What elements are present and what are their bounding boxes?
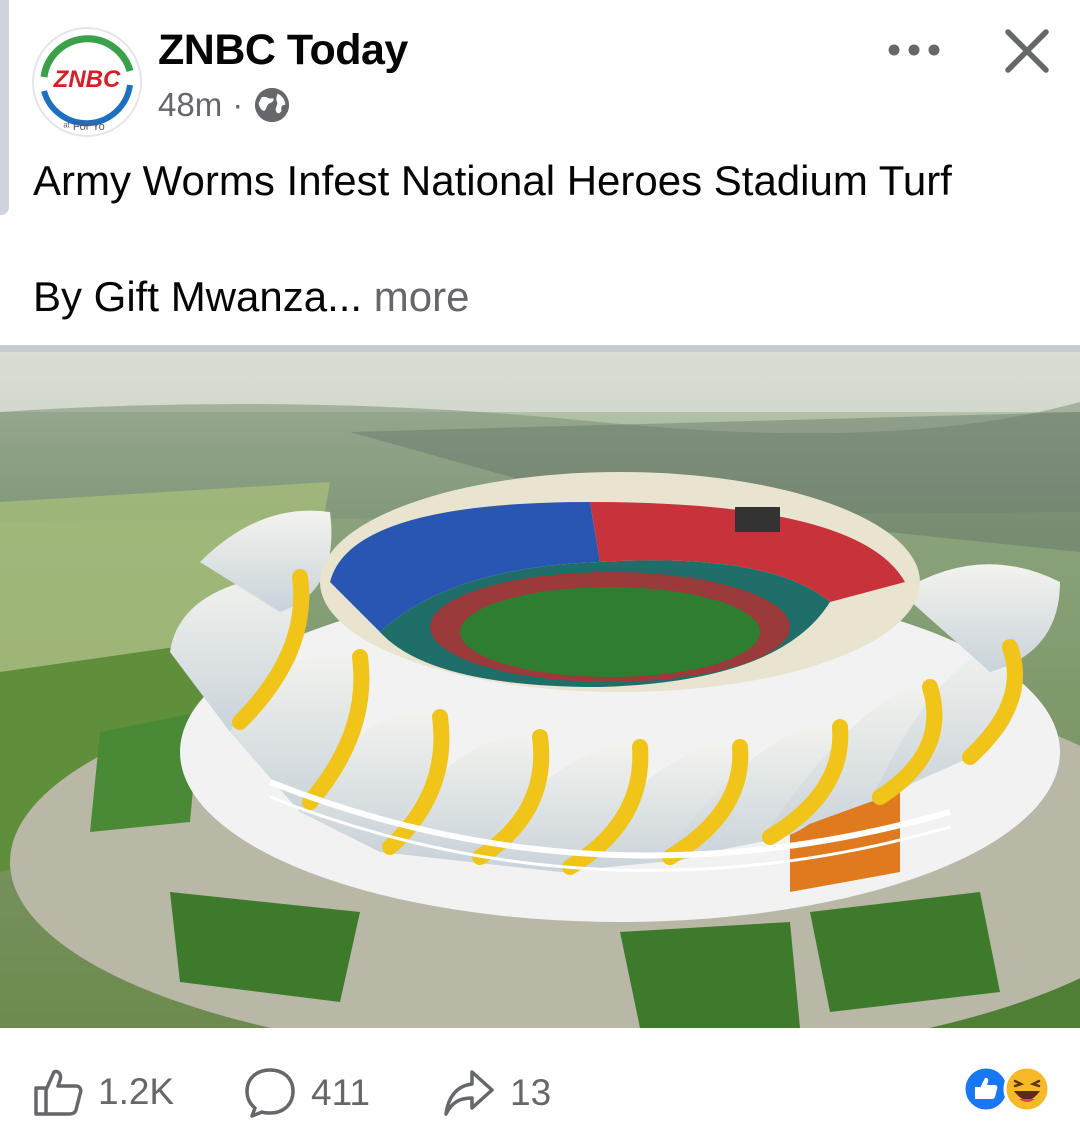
comment-button[interactable]: 411 [243, 1066, 370, 1120]
comment-icon [245, 1068, 295, 1118]
close-icon[interactable] [1002, 26, 1052, 76]
post-time[interactable]: 48m [158, 86, 222, 124]
globe-icon [255, 87, 290, 123]
meta-separator: · [232, 86, 244, 123]
byline-text: By Gift Mwanza... [33, 273, 363, 320]
avatar-tagline: ᵃᵗ For Yo [63, 121, 104, 133]
reactions-summary[interactable] [962, 1064, 1052, 1114]
haha-reaction-icon [1003, 1065, 1051, 1113]
post-meta: 48m · [158, 86, 291, 124]
like-reaction-icon [962, 1065, 1010, 1113]
avatar[interactable]: ZNBC ᵃᵗ For Yo [32, 27, 142, 137]
post-byline: By Gift Mwanza... more [33, 273, 469, 321]
share-icon [444, 1070, 494, 1116]
page-name[interactable]: ZNBC Today [158, 26, 408, 75]
thumbs-up-icon [34, 1069, 83, 1116]
see-more-link[interactable]: more [374, 273, 470, 320]
znbc-logo-icon: ZNBC ᵃᵗ For Yo [40, 35, 134, 133]
like-button[interactable]: 1.2K [32, 1066, 174, 1118]
like-count: 1.2K [98, 1071, 175, 1112]
share-button[interactable]: 13 [442, 1066, 551, 1120]
post-headline: Army Worms Infest National Heroes Stadiu… [33, 157, 952, 204]
post-image[interactable] [0, 352, 1080, 1028]
avatar-logo-text: ZNBC [53, 66, 121, 93]
share-count: 13 [510, 1072, 552, 1113]
post-header: ZNBC ᵃᵗ For Yo ZNBC Today 48m · [0, 0, 1080, 140]
stadium-photo [0, 352, 1080, 1028]
action-bar: 1.2K 411 13 [0, 1040, 1080, 1139]
comment-count: 411 [311, 1072, 370, 1113]
image-divider [0, 345, 1080, 352]
more-options-icon[interactable] [885, 30, 945, 70]
